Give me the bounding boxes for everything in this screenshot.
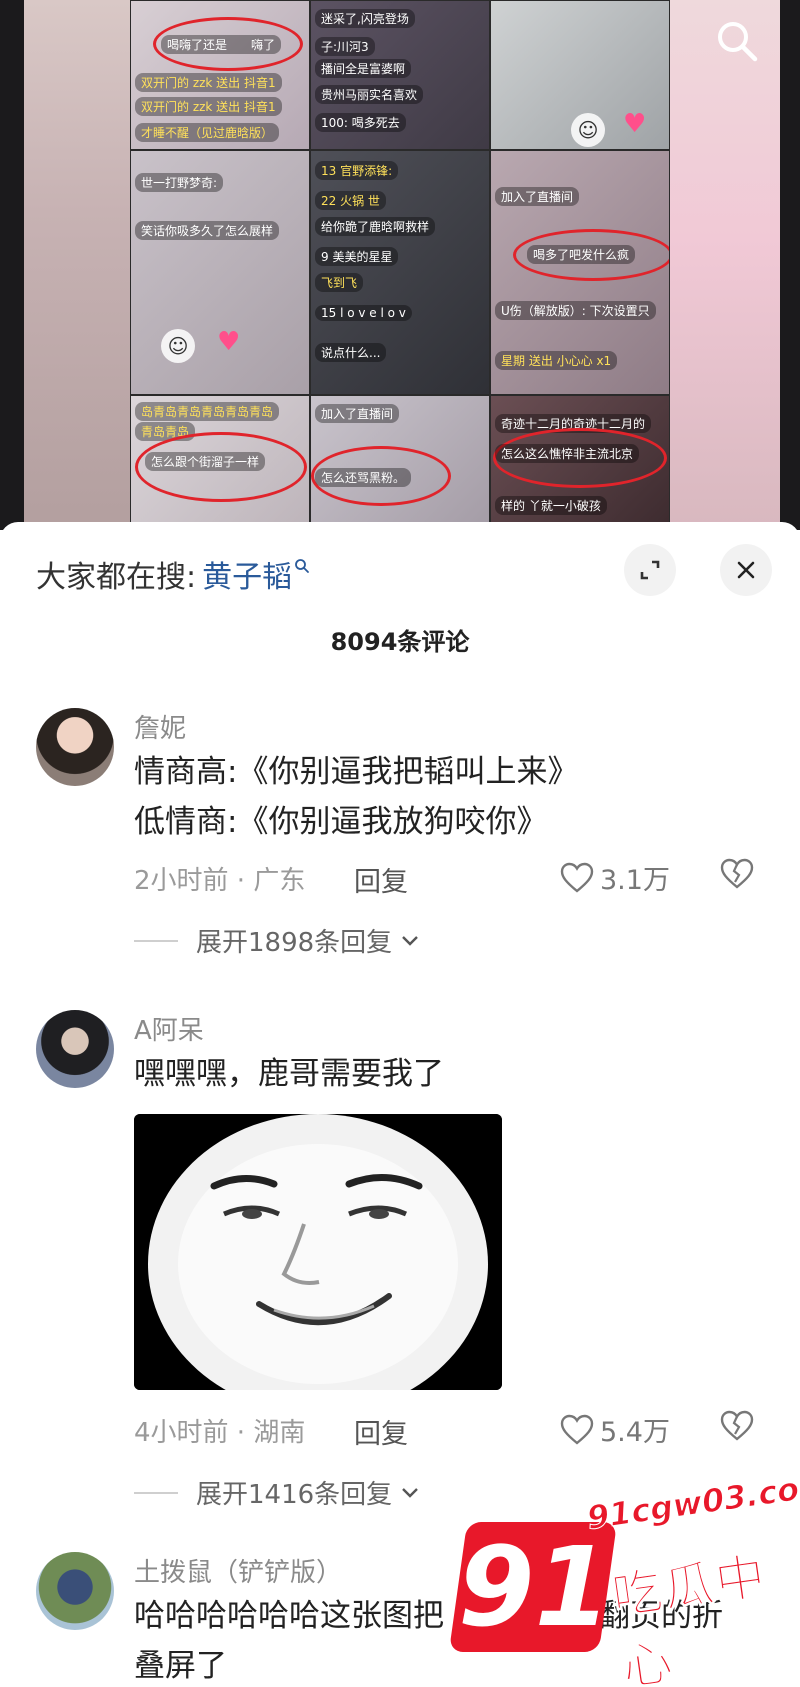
watermark-number: 91 — [458, 1523, 612, 1651]
chat-line: 怎么这么憔悴非主流北京 — [495, 444, 640, 463]
like-count: 5.4万 — [600, 1417, 670, 1448]
dislike-button[interactable] — [720, 858, 754, 894]
collage-tile: 世一打野梦奇: 笑话你吸多久了怎么展样 ☺ ♥ — [130, 150, 310, 395]
collage-tile: 13 官野添锋: 22 火锅 世 给你跪了鹿晗啊救样 9 美美的星星 飞到飞 1… — [310, 150, 490, 395]
broken-heart-icon — [720, 1410, 754, 1441]
divider — [134, 939, 178, 942]
expand-replies[interactable]: 展开1898条回复 — [134, 922, 420, 959]
comment-username[interactable]: A阿呆 — [134, 1010, 204, 1047]
comment-meta: 2小时前 · 广东 — [134, 866, 306, 896]
chat-line: 笑话你吸多久了怎么展样 — [135, 221, 280, 240]
search-suggestion-prefix: 大家都在搜: — [36, 560, 197, 595]
search-icon[interactable] — [712, 16, 762, 66]
chat-line: 迷采了,闪亮登场 — [315, 9, 415, 28]
avatar[interactable] — [36, 1010, 114, 1088]
expand-replies-label: 展开1898条回复 — [196, 928, 393, 958]
chat-line: 双开门的 zzk 送出 抖音1 — [135, 73, 282, 92]
chat-line: 100: 喝多死去 — [315, 113, 406, 132]
search-suggestion-keyword[interactable]: 黄子韬 — [202, 552, 292, 596]
collage-tile: 加入了直播间 喝多了吧发什么疯 U伤（解放版）: 下次设置只 星期 送出 小心心… — [490, 150, 670, 395]
expand-replies-label: 展开1416条回复 — [196, 1480, 393, 1510]
chat-line: 怎么还骂黑粉。 — [315, 468, 412, 487]
chat-line: 喝多了吧发什么疯 — [527, 245, 636, 264]
like-button[interactable]: 5.4万 — [560, 1410, 670, 1449]
collage-tile: 奇迹十二月的奇迹十二月的 怎么这么憔悴非主流北京 样的 丫就一小破孩 — [490, 395, 670, 530]
chat-line: 加入了直播间 — [495, 187, 580, 206]
dislike-button[interactable] — [720, 1410, 754, 1446]
like-button[interactable]: 3.1万 — [560, 858, 670, 897]
comment-meta: 4小时前 · 湖南 — [134, 1418, 306, 1448]
comment-text-line: 情商高:《你别逼我把韬叫上来》 — [134, 754, 579, 790]
chat-line: 播间全是富婆啊 — [315, 59, 412, 78]
watermark-name: 吃瓜中心 — [608, 1546, 772, 1687]
heart-icon — [560, 862, 594, 893]
expand-icon — [640, 560, 660, 580]
video-background-left — [24, 0, 134, 530]
chat-line: 双开门的 zzk 送出 抖音1 — [135, 97, 282, 116]
chat-line: 喝嗨了还是 嗨了 — [161, 35, 282, 54]
chat-line: 9 美美的星星 — [315, 247, 399, 266]
search-icon — [294, 558, 310, 579]
heart-icon — [560, 1414, 594, 1445]
comment-count: 8094条评论 — [330, 628, 470, 656]
close-icon — [737, 561, 755, 579]
collage-tile: 岛青岛青岛青岛青岛青岛 青岛青岛 怎么跟个街溜子一样 — [130, 395, 310, 530]
smile-icon: ☺ — [161, 329, 195, 363]
avatar[interactable] — [36, 1552, 114, 1630]
chat-line: 加入了直播间 — [315, 404, 400, 423]
reply-button[interactable]: 回复 — [354, 860, 408, 899]
chat-line: 13 官野添锋: — [315, 161, 399, 180]
collage-tile: ☺ ♥ — [490, 0, 670, 150]
search-suggestion[interactable]: 大家都在搜: 黄子韬 — [36, 552, 310, 596]
chevron-down-icon — [402, 935, 419, 946]
heart-icon: ♥ — [623, 109, 647, 139]
like-count: 3.1万 — [600, 865, 670, 896]
comment-item: 詹妮 情商高:《你别逼我把韬叫上来》 低情商:《你别逼我放狗咬你》 2小时前 ·… — [0, 708, 800, 998]
reply-button[interactable]: 回复 — [354, 1412, 408, 1451]
chat-line: 给你跪了鹿晗啊救样 — [315, 217, 436, 236]
chat-line: 星期 送出 小心心 x1 — [495, 351, 618, 370]
screenshot-collage: 喝嗨了还是 嗨了 双开门的 zzk 送出 抖音1 双开门的 zzk 送出 抖音1… — [130, 0, 670, 530]
expand-replies[interactable]: 展开1416条回复 — [134, 1474, 420, 1511]
broken-heart-icon — [720, 858, 754, 889]
expand-button[interactable] — [624, 544, 676, 596]
comment-username[interactable]: 土拨鼠（铲铲版） — [134, 1552, 342, 1589]
chat-line: U伤（解放版）: 下次设置只 — [495, 301, 656, 320]
collage-tile: 迷采了,闪亮登场 子:川河3 播间全是富婆啊 贵州马丽实名喜欢 100: 喝多死… — [310, 0, 490, 150]
comment-item: A阿呆 嘿嘿嘿，鹿哥需要我了 4小时前 · 湖南 回复 5.4万 展开1416条… — [0, 1010, 800, 1510]
video-player[interactable]: 喝嗨了还是 嗨了 双开门的 zzk 送出 抖音1 双开门的 zzk 送出 抖音1… — [0, 0, 800, 530]
comment-text-line: 低情商:《你别逼我放狗咬你》 — [134, 804, 548, 840]
heart-icon: ♥ — [217, 327, 241, 357]
chat-line: 世一打野梦奇: — [135, 173, 224, 192]
divider — [134, 1491, 178, 1494]
collage-tile: 喝嗨了还是 嗨了 双开门的 zzk 送出 抖音1 双开门的 zzk 送出 抖音1… — [130, 0, 310, 150]
chat-line: 22 火锅 世 — [315, 191, 386, 210]
chat-line: 怎么跟个街溜子一样 — [145, 452, 266, 471]
chevron-down-icon — [402, 1487, 419, 1498]
close-button[interactable] — [720, 544, 772, 596]
chat-line: 15 l o v e l o v — [315, 305, 412, 321]
meme-image[interactable] — [134, 1114, 502, 1390]
chat-line: 子:川河3 — [315, 37, 375, 56]
site-watermark: 91 91cgw03.com 吃瓜中心 — [448, 1465, 800, 1687]
avatar[interactable] — [36, 708, 114, 786]
chat-line: 才睡不醒（见过鹿晗版） — [135, 123, 280, 142]
collage-tile: 加入了直播间 怎么还骂黑粉。 — [310, 395, 490, 530]
video-background-right — [660, 0, 780, 530]
chat-line: 说点什么... — [315, 343, 387, 362]
watermark-domain: 91cgw03.com — [584, 1465, 800, 1538]
chat-line: 飞到飞 — [315, 273, 364, 292]
chat-line: 样的 丫就一小破孩 — [495, 496, 607, 515]
smile-icon: ☺ — [571, 113, 605, 147]
watermark-logo-badge: 91 — [448, 1522, 618, 1652]
comment-username[interactable]: 詹妮 — [134, 708, 186, 745]
chat-line: 岛青岛青岛青岛青岛青岛 — [135, 402, 280, 421]
chat-line: 贵州马丽实名喜欢 — [315, 85, 424, 104]
comment-text-line: 嘿嘿嘿，鹿哥需要我了 — [134, 1056, 444, 1092]
